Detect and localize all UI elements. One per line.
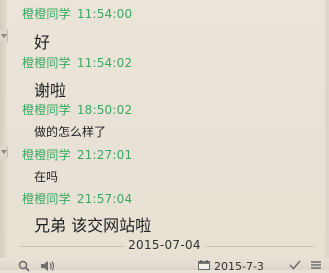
sender-name: 橙橙同学: [22, 56, 71, 70]
message-text: 在吗: [34, 170, 59, 184]
right-frame-edge: [325, 0, 329, 270]
message-time: 18:50:02: [76, 103, 133, 117]
date-divider: 2015-07-04: [0, 238, 329, 252]
message-time: 11:54:02: [76, 56, 133, 70]
message-header: 橙橙同学 11:54:00: [22, 5, 132, 22]
search-icon[interactable]: [18, 260, 30, 272]
sender-name: 橙橙同学: [22, 7, 71, 21]
check-icon[interactable]: [289, 260, 301, 270]
message-header: 橙橙同学 11:54:02: [22, 54, 132, 71]
sound-icon[interactable]: [40, 260, 56, 272]
message-header: 橙橙同学 21:57:04: [22, 190, 132, 207]
message-text: 好: [34, 33, 51, 52]
chat-history-panel: 橙橙同学 11:54:00 好 橙橙同学 11:54:02 谢啦 橙橙同学 18:50…: [0, 0, 329, 273]
message-text: 做的怎么样了: [34, 125, 107, 139]
message-text: 谢啦: [34, 81, 67, 100]
calendar-icon[interactable]: [198, 260, 210, 270]
history-date-picker[interactable]: 2015-7-3: [214, 260, 264, 273]
sender-name: 橙橙同学: [22, 192, 71, 206]
sender-name: 橙橙同学: [22, 103, 71, 117]
sender-name: 橙橙同学: [22, 148, 71, 162]
message-time: 11:54:00: [76, 7, 133, 21]
message-header: 橙橙同学 18:50:02: [22, 101, 132, 118]
message-header: 橙橙同学 21:27:01: [22, 146, 132, 163]
message-time: 21:57:04: [76, 192, 133, 206]
chevron-down-icon[interactable]: [0, 30, 8, 42]
more-icon[interactable]: [310, 260, 322, 270]
message-time: 21:27:01: [76, 148, 133, 162]
chevron-down-icon[interactable]: [0, 146, 8, 158]
date-divider-label: 2015-07-04: [124, 238, 205, 252]
message-text: 兄弟 该交网站啦: [34, 216, 152, 235]
